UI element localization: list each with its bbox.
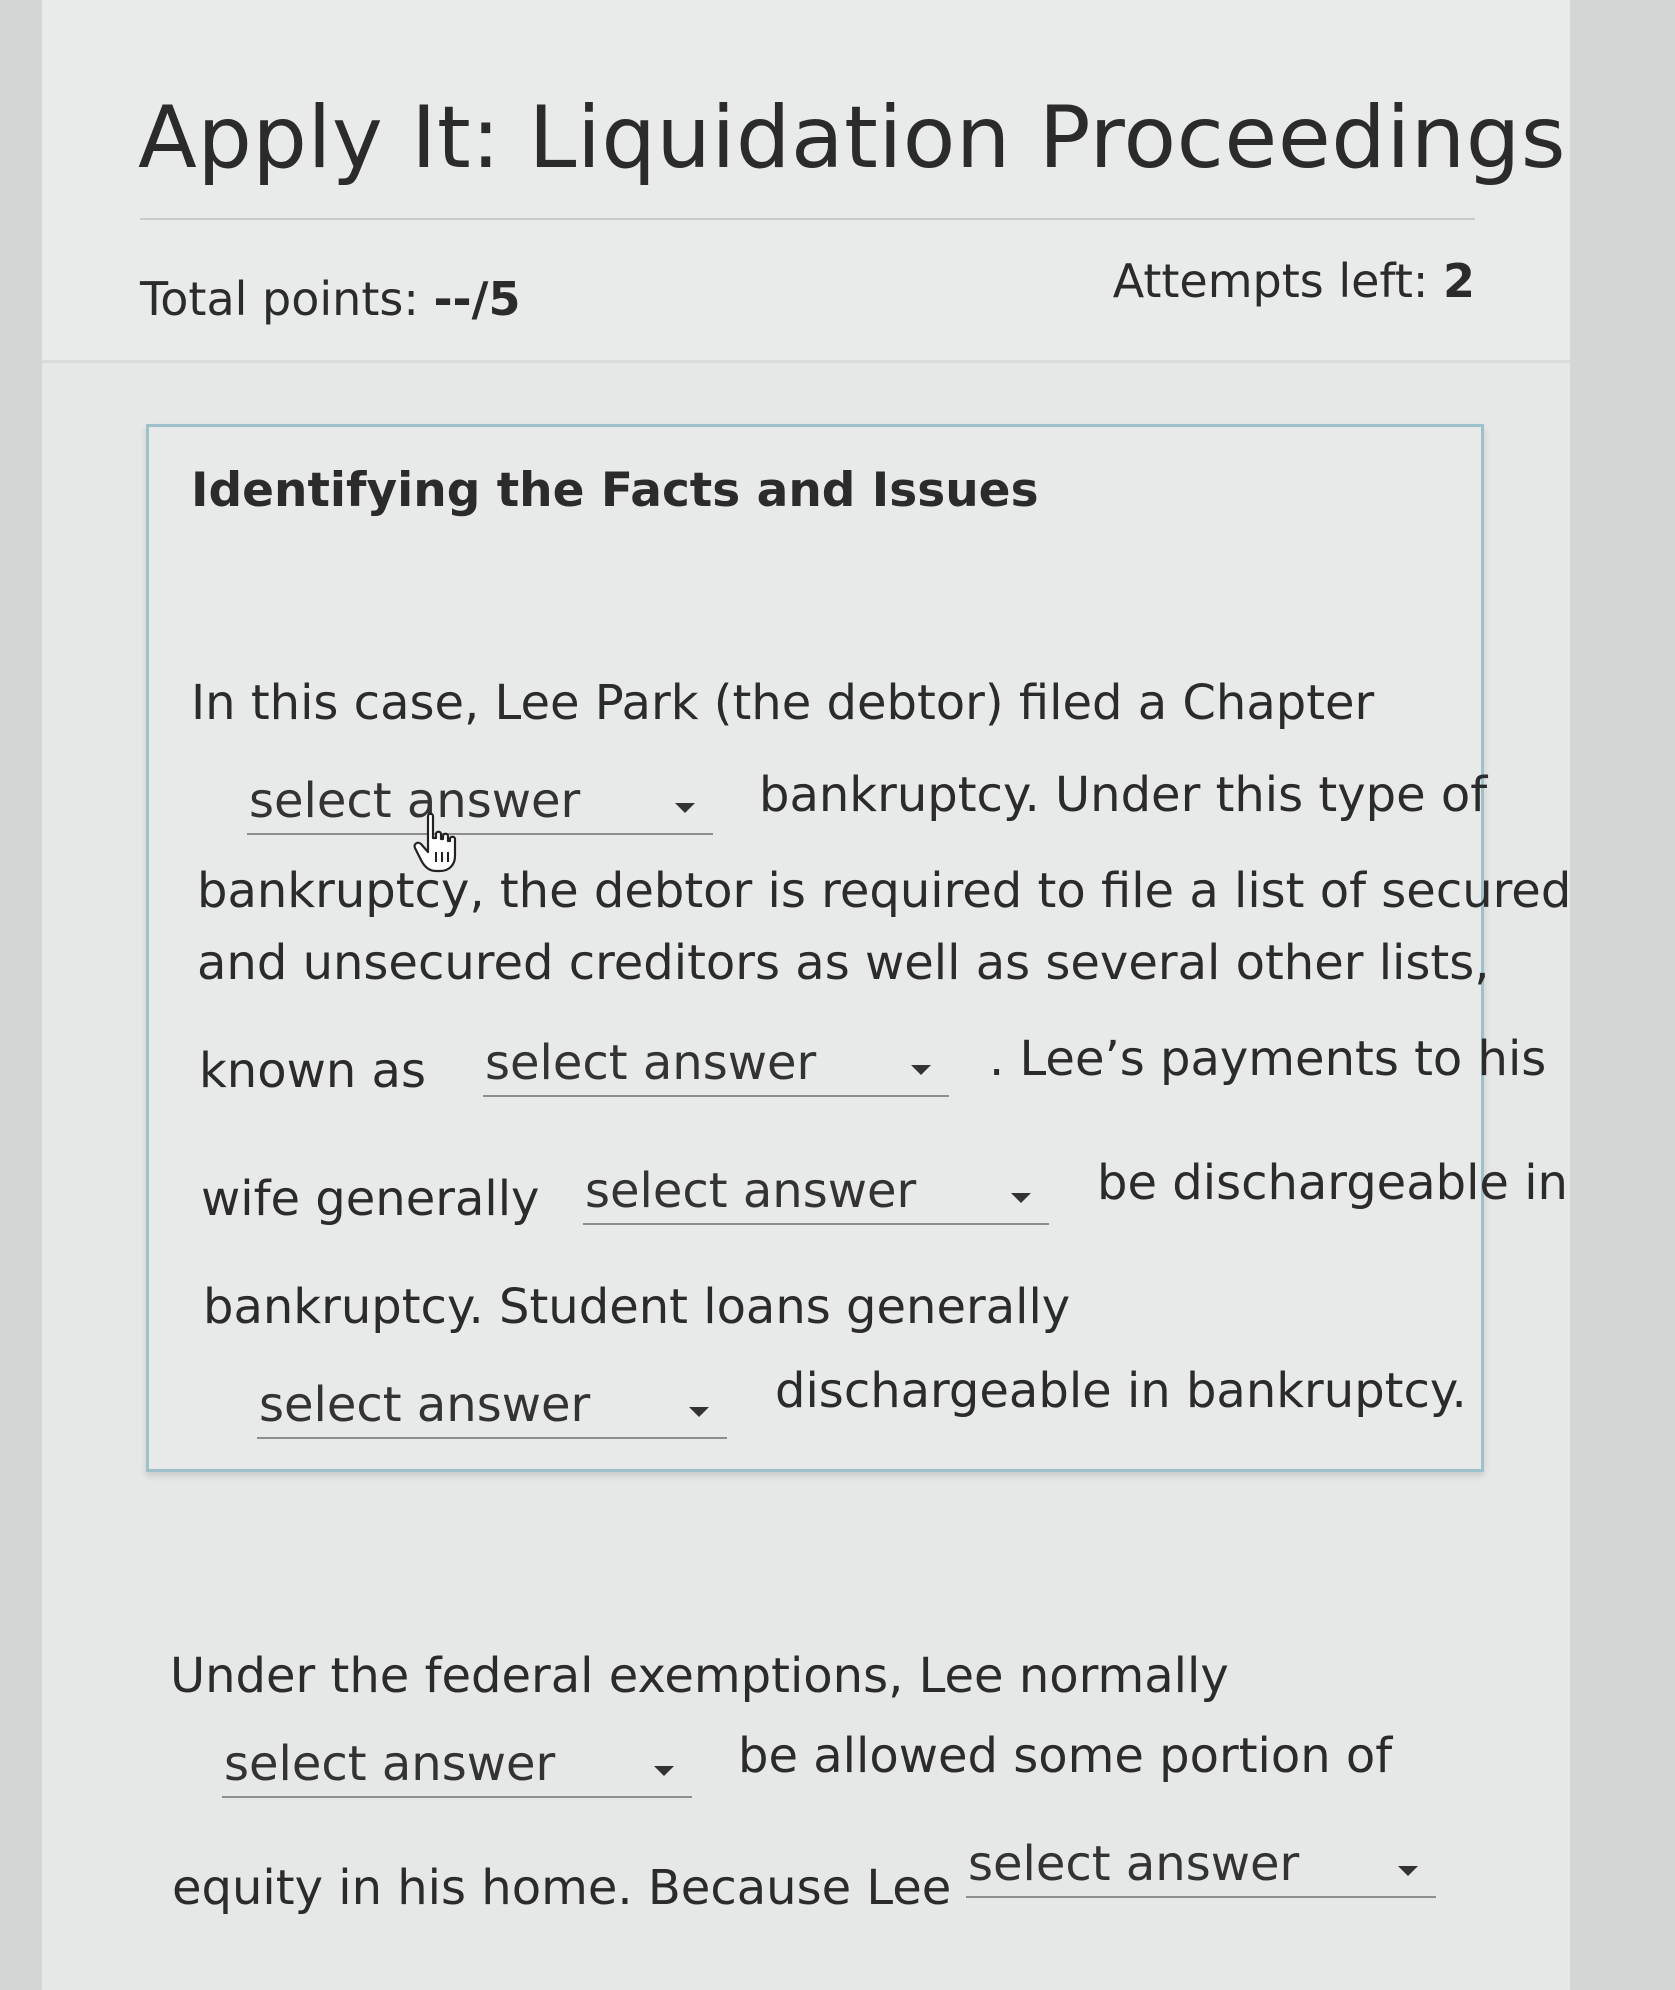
lists-select[interactable]: select answer	[483, 1035, 949, 1097]
dropdown-value: select answer	[968, 1836, 1300, 1892]
total-points: Total points: --/5	[140, 272, 520, 326]
home-equity-select[interactable]: select answer	[222, 1736, 692, 1798]
caret-down-icon	[1398, 1866, 1418, 1876]
caret-down-icon	[675, 803, 695, 813]
caret-down-icon	[689, 1407, 709, 1417]
question-text: wife generally	[201, 1171, 540, 1227]
question-text: . Lee’s payments to his	[989, 1031, 1547, 1087]
question-card: Identifying the Facts and Issues In this…	[146, 424, 1571, 1472]
page-title: Apply It: Liquidation Proceedings	[138, 88, 1567, 188]
question-text: be dischargeable in	[1097, 1155, 1568, 1211]
question-text: bankruptcy, the debtor is required to fi…	[197, 863, 1572, 919]
points-value: --/5	[433, 272, 521, 326]
question-text: equity in his home. Because Lee	[172, 1860, 952, 1916]
wife-payments-select[interactable]: select answer	[583, 1163, 1049, 1225]
student-loans-select[interactable]: select answer	[257, 1377, 727, 1439]
caret-down-icon	[911, 1065, 931, 1075]
page: Apply It: Liquidation Proceedings Total …	[42, 0, 1571, 1990]
question-text: bankruptcy. Student loans generally	[203, 1279, 1071, 1335]
attempts-label: Attempts left:	[1112, 254, 1443, 308]
question-text: be allowed some portion of	[738, 1728, 1393, 1784]
points-label: Total points:	[140, 272, 434, 326]
caret-down-icon	[1011, 1193, 1031, 1203]
question-text: and unsecured creditors as well as sever…	[197, 935, 1490, 991]
attempts-value: 2	[1442, 254, 1475, 308]
chapter-select[interactable]: select answer	[247, 773, 713, 835]
dropdown-value: select answer	[485, 1035, 817, 1091]
question-text: bankruptcy. Under this type of	[759, 767, 1488, 823]
question-text: dischargeable in bankruptcy.	[775, 1363, 1467, 1419]
card-title: Identifying the Facts and Issues	[191, 463, 1039, 518]
question-text: known as	[199, 1043, 426, 1099]
hand-pointer-icon	[413, 812, 457, 873]
dropdown-value: select answer	[585, 1163, 917, 1219]
dropdown-value: select answer	[224, 1736, 556, 1792]
attempts-left: Attempts left: 2	[1113, 254, 1475, 308]
caret-down-icon	[654, 1766, 674, 1776]
dropdown-value: select answer	[259, 1377, 591, 1433]
assignment-header: Apply It: Liquidation Proceedings Total …	[42, 0, 1570, 363]
question-text: In this case, Lee Park (the debtor) file…	[191, 675, 1375, 731]
because-lee-select[interactable]: select answer	[966, 1836, 1436, 1898]
question-text: Under the federal exemptions, Lee normal…	[170, 1648, 1229, 1704]
title-divider	[140, 218, 1475, 220]
